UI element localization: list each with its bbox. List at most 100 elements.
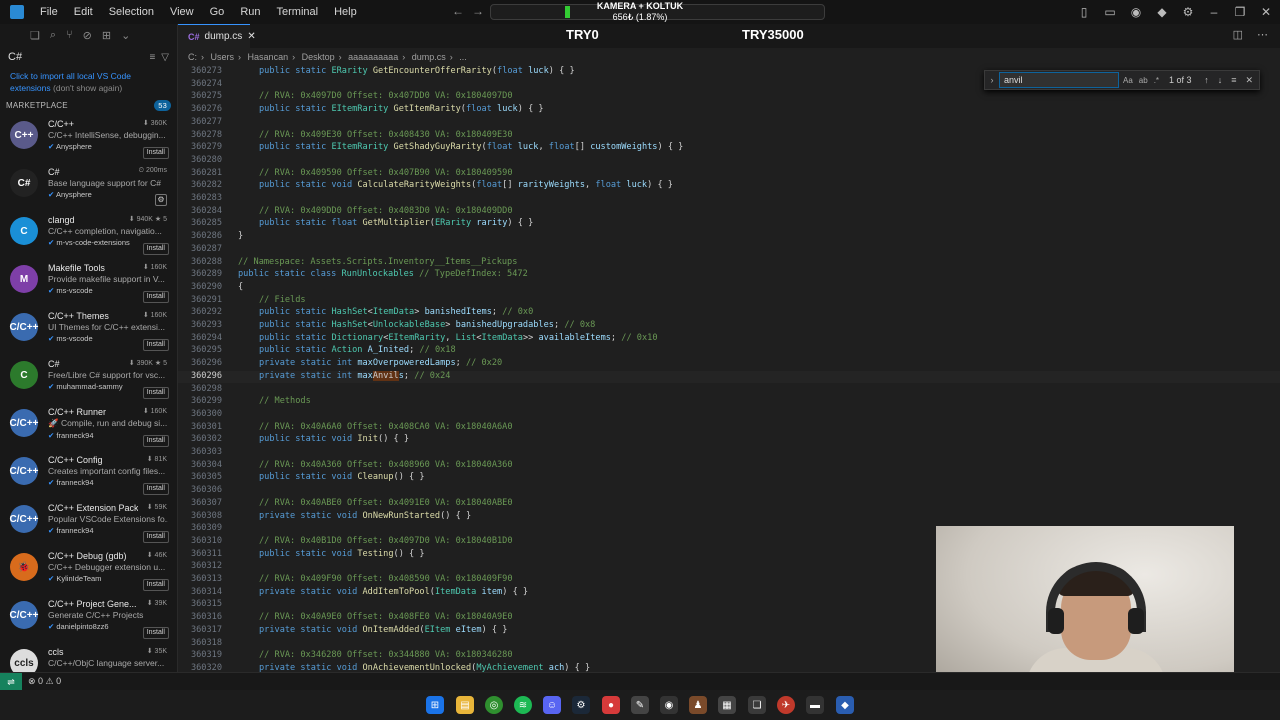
remote-indicator-icon[interactable]: ⇌: [0, 672, 22, 691]
next-match-icon[interactable]: ↓: [1218, 75, 1223, 86]
install-button[interactable]: Install: [142, 531, 169, 543]
filter-icon[interactable]: ▽: [161, 52, 169, 63]
problems-count[interactable]: ⊗ 0 ⚠ 0: [28, 676, 61, 687]
install-button[interactable]: Install: [142, 387, 169, 399]
title-bar: File Edit Selection View Go Run Terminal…: [0, 0, 1280, 24]
extension-item[interactable]: 🐞 C/C++ Debug (gdb) C/C++ Debugger extensi…: [0, 545, 177, 593]
install-button[interactable]: Install: [142, 483, 169, 495]
breadcrumb-item[interactable]: Hasancan: [248, 52, 289, 62]
extension-search-row: C# ≡ ▽: [0, 46, 177, 68]
line-number: 360314: [190, 586, 222, 597]
code-line: 360276 public static EItemRarity GetItemR…: [178, 104, 1280, 117]
breadcrumb-item[interactable]: C:: [188, 52, 197, 62]
close-find-icon[interactable]: ✕: [1245, 75, 1253, 86]
extension-item[interactable]: M Makefile Tools Provide makefile support …: [0, 257, 177, 305]
minimize-icon[interactable]: –: [1208, 0, 1220, 24]
install-button[interactable]: Install: [142, 435, 169, 447]
code-text: public static Action A_Inited; // 0x18: [259, 345, 456, 356]
breadcrumb-item[interactable]: Desktop: [302, 52, 335, 62]
extension-item[interactable]: C/C++ C/C++ Themes UI Themes for C/C++ ext…: [0, 305, 177, 353]
code-line: 360294 public static Dictionary<EItemRari…: [178, 333, 1280, 346]
install-button[interactable]: Install: [142, 579, 169, 591]
extension-search-input[interactable]: C#: [8, 51, 143, 63]
toggle-sidebar-icon[interactable]: ▯: [1078, 0, 1090, 24]
obs-icon[interactable]: ◉: [660, 696, 678, 714]
copilot-icon[interactable]: ◉: [1130, 0, 1142, 24]
install-button[interactable]: Install: [142, 291, 169, 303]
close-icon[interactable]: ✕: [1260, 0, 1272, 24]
game-icon[interactable]: ♟: [689, 696, 707, 714]
code-line: 360275 // RVA: 0x4097D0 Offset: 0x407DD0 …: [178, 91, 1280, 104]
toggle-replace-icon[interactable]: ›: [985, 75, 999, 85]
line-number: 360306: [190, 485, 222, 496]
terminal-icon[interactable]: ▬: [806, 696, 824, 714]
extension-item[interactable]: C++ C/C++ C/C++ IntelliSense, debuggin... ✔…: [0, 113, 177, 161]
code-line: 360306: [178, 485, 1280, 498]
red-app-icon[interactable]: ✈: [777, 696, 795, 714]
extension-name: C/C++ Extension Pack: [48, 503, 138, 513]
explorer-icon[interactable]: ❏: [30, 29, 40, 42]
debug-icon[interactable]: ⊘: [83, 29, 92, 42]
extension-description: Free/Libre C# support for vsc...: [48, 370, 166, 380]
extension-description: Base language support for C#: [48, 178, 161, 188]
code-line: 360285 public static float GetMultiplier(…: [178, 218, 1280, 231]
toggle-panel-icon[interactable]: ▭: [1104, 0, 1116, 24]
line-number: 360289: [190, 269, 222, 280]
extension-item[interactable]: C/C++ C/C++ Extension Pack Popular VSCode …: [0, 497, 177, 545]
code-line: 360286}: [178, 231, 1280, 244]
extension-stats: ⬇ 940K ★ 5: [128, 216, 167, 223]
task-view-icon[interactable]: ❏: [748, 696, 766, 714]
match-case-icon[interactable]: Aa: [1123, 76, 1133, 85]
chrome-icon[interactable]: ◎: [485, 696, 503, 714]
pen-tool-icon[interactable]: ✎: [631, 696, 649, 714]
vscode-taskbar-icon[interactable]: ◆: [836, 696, 854, 714]
spotify-icon[interactable]: ≋: [514, 696, 532, 714]
install-button[interactable]: Install: [142, 339, 169, 351]
tab-dump-cs[interactable]: C# dump.cs ✕: [178, 24, 256, 48]
file-explorer-icon[interactable]: ▤: [456, 696, 474, 714]
whole-word-icon[interactable]: ab: [1139, 76, 1148, 85]
extension-item[interactable]: Cclangd C/C++ completion, navigatio... ✔ m…: [0, 209, 177, 257]
windows-start-icon[interactable]: ⊞: [426, 696, 444, 714]
recorder-icon[interactable]: ●: [602, 696, 620, 714]
extension-item[interactable]: C/C++ C/C++ Project Gene... Generate C/C++…: [0, 593, 177, 641]
discord-icon[interactable]: ☺: [543, 696, 561, 714]
find-in-selection-icon[interactable]: ≡: [1231, 75, 1236, 86]
code-text: // RVA: 0x40A9E0 Offset: 0x408FE0 VA: 0x…: [259, 612, 513, 623]
previous-match-icon[interactable]: ↑: [1204, 75, 1209, 86]
calculator-icon[interactable]: ▦: [718, 696, 736, 714]
extension-item[interactable]: C/C++ C/C++ Runner 🚀 Compile, run and debu…: [0, 401, 177, 449]
breadcrumb-item[interactable]: dump.cs: [412, 52, 446, 62]
chevron-down-icon[interactable]: ⌄: [121, 29, 130, 42]
settings-gear-icon[interactable]: ⚙: [1182, 0, 1194, 24]
source-control-icon[interactable]: ⑂: [66, 29, 73, 41]
line-number: 360296: [190, 370, 222, 381]
find-input[interactable]: anvil: [999, 72, 1119, 88]
regex-icon[interactable]: .*: [1154, 76, 1159, 85]
stream-overlay-try-a: TRY0: [566, 27, 599, 42]
code-line: 360296 private static int maxAnvils; // 0…: [178, 370, 1280, 384]
clear-filter-icon[interactable]: ≡: [149, 52, 155, 63]
extensions-icon[interactable]: ◆: [1156, 0, 1168, 24]
extension-gear-icon[interactable]: ⚙: [155, 194, 167, 206]
install-button[interactable]: Install: [142, 147, 169, 159]
line-number: 360302: [190, 434, 222, 445]
breadcrumb-item[interactable]: Users: [211, 52, 235, 62]
dont-show-again-link[interactable]: (don't show again): [53, 83, 122, 93]
install-button[interactable]: Install: [142, 627, 169, 639]
tab-close-icon[interactable]: ✕: [247, 31, 255, 42]
extension-item[interactable]: C# C# Base language support for C# ✔ Anysph…: [0, 161, 177, 209]
extension-logo-icon: C/C++: [10, 601, 38, 629]
extension-item[interactable]: C/C++ C/C++ Config Creates important confi…: [0, 449, 177, 497]
split-editor-icon[interactable]: ◫: [1233, 28, 1243, 41]
breadcrumb-item[interactable]: ...: [459, 52, 467, 62]
steam-icon[interactable]: ⚙: [572, 696, 590, 714]
breadcrumb-item[interactable]: aaaaaaaaaa: [348, 52, 398, 62]
extension-item[interactable]: C C# Free/Libre C# support for vsc... ✔ muh…: [0, 353, 177, 401]
maximize-icon[interactable]: ❐: [1234, 0, 1246, 24]
search-icon[interactable]: ⌕: [50, 29, 56, 42]
more-actions-icon[interactable]: ⋯: [1257, 28, 1268, 41]
extensions-tab-icon[interactable]: ⊞: [102, 29, 111, 42]
extension-description: Creates important config files...: [48, 466, 166, 476]
install-button[interactable]: Install: [142, 243, 169, 255]
